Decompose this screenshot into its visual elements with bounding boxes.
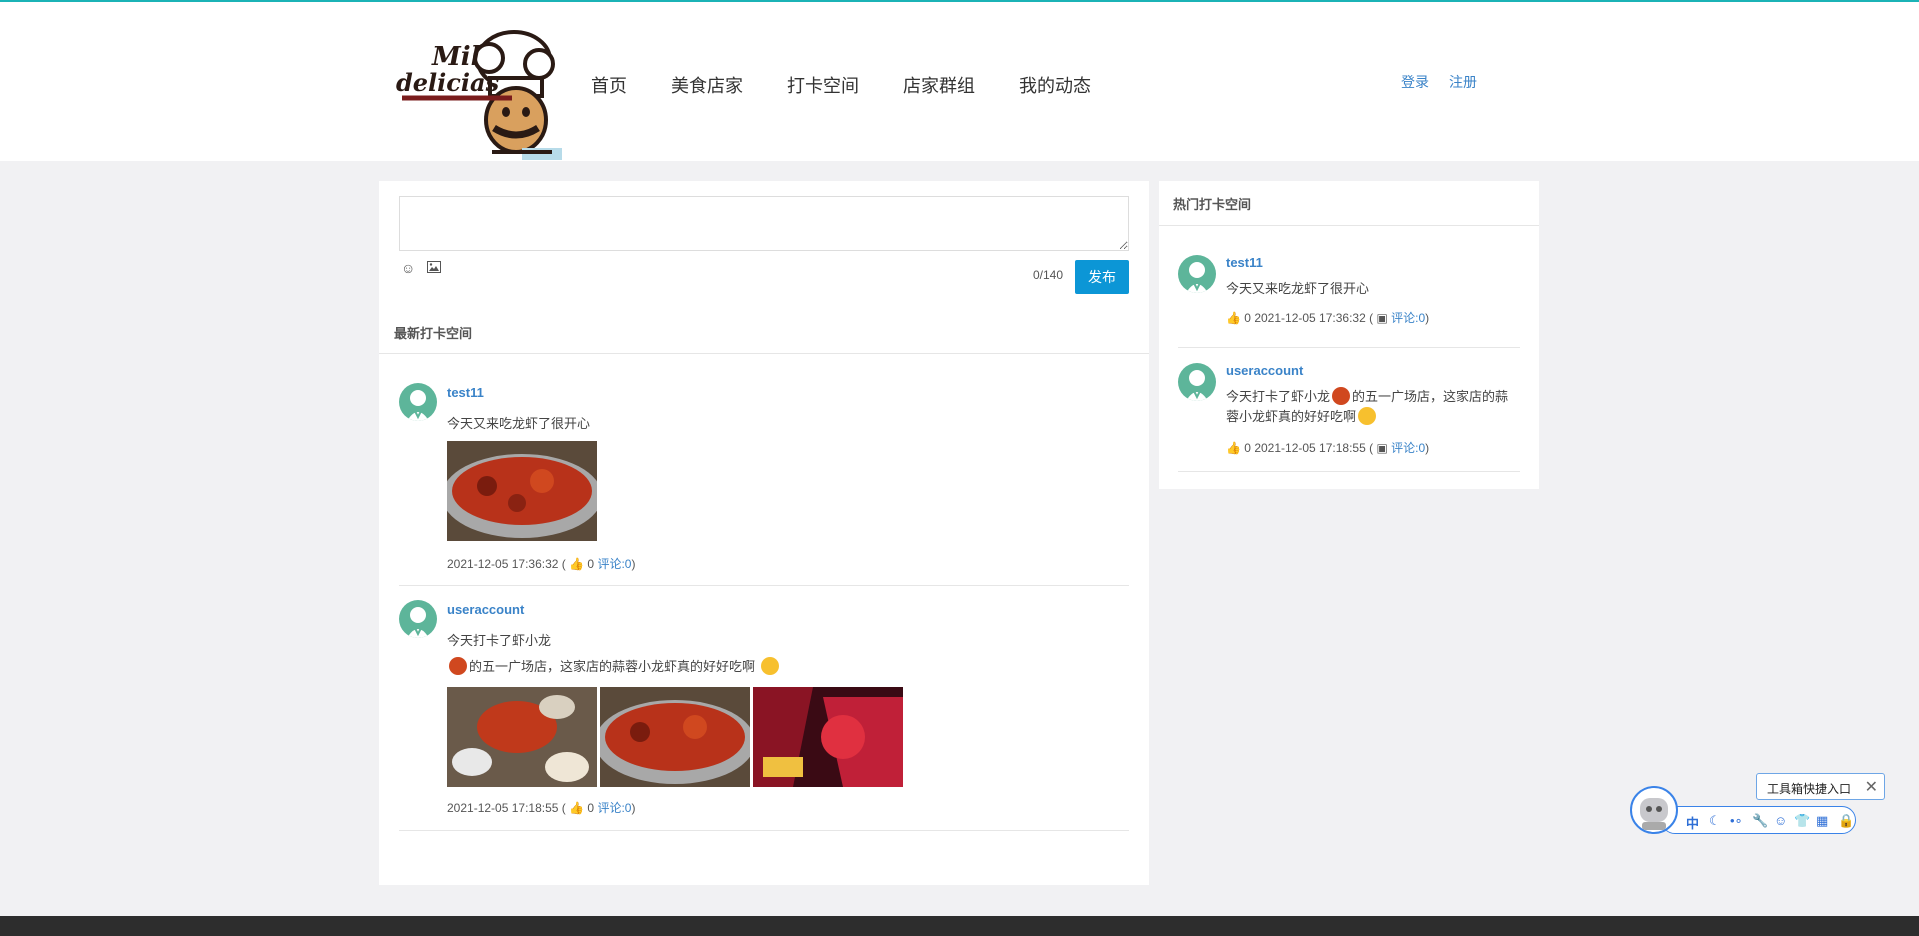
toolbox-tooltip: 工具箱快捷入口 ✕ (1756, 773, 1885, 800)
hot-sidebar: 热门打卡空间 test11 今天又来吃龙虾了很开心 👍 0 2021-12-05… (1159, 181, 1539, 489)
wrench-icon[interactable]: 🔧 (1752, 813, 1768, 829)
like-count: 0 (587, 801, 595, 815)
thumbs-up-icon[interactable]: 👍 (569, 801, 584, 815)
divider (1178, 471, 1520, 472)
post-username[interactable]: useraccount (447, 602, 524, 617)
login-link[interactable]: 登录 (1401, 72, 1429, 92)
like-count: 0 (587, 557, 595, 571)
hot-post-username[interactable]: useraccount (1226, 363, 1303, 378)
post-meta: 2021-12-05 17:36:32 ( 👍 0 评论:0) (447, 557, 636, 571)
nav-item-checkin-space[interactable]: 打卡空间 (787, 72, 859, 98)
post-image-storefront[interactable] (753, 687, 903, 787)
comment-link[interactable]: 评论:0 (597, 801, 631, 815)
divider (1178, 347, 1520, 348)
heart-eyes-emoji-icon (1358, 407, 1377, 425)
post-username[interactable]: test11 (447, 385, 484, 400)
divider (379, 353, 1149, 354)
post-time: 2021-12-05 17:36:32 (1254, 311, 1366, 325)
nav-item-home[interactable]: 首页 (591, 72, 627, 98)
nav-item-my-feed[interactable]: 我的动态 (1019, 72, 1091, 98)
logo-text-bottom: delicias (396, 68, 500, 97)
avatar[interactable] (1178, 255, 1216, 293)
post-meta: 2021-12-05 17:18:55 ( 👍 0 评论:0) (447, 801, 636, 815)
site-header: Mil delicias 首页 美食店家 打卡空间 店家群组 我的动态 登录 注… (0, 2, 1919, 161)
close-icon[interactable]: ✕ (1865, 777, 1878, 797)
thumbs-up-icon[interactable]: 👍 (569, 557, 584, 571)
post-time: 2021-12-05 17:18:55 (1254, 441, 1366, 455)
avatar[interactable] (399, 383, 437, 421)
crawfish-emoji-icon (449, 657, 467, 675)
hot-post-text-a: 今天打卡了虾小龙 (1226, 389, 1331, 404)
comment-link[interactable]: 评论:0 (597, 557, 631, 571)
divider (399, 585, 1129, 586)
char-counter: 0/140 (1033, 268, 1064, 282)
shirt-icon[interactable]: 👕 (1794, 813, 1810, 829)
image-icon[interactable] (427, 260, 442, 276)
post-text-line2: 的五一广场店，这家店的蒜蓉小龙虾真的好好吃啊 (469, 659, 756, 674)
comment-link[interactable]: 评论:0 (1391, 441, 1425, 455)
site-logo[interactable]: Mil delicias (394, 20, 566, 160)
main-feed-panel: ☺ 0/140 发布 最新打卡空间 test11 今天又来吃龙虾了很开心 202… (379, 181, 1149, 885)
hot-post-text-wrapper: 今天打卡了虾小龙 的五一广场店，这家店的蒜蓉小龙虾真的好好吃啊 (1226, 387, 1516, 427)
lock-icon[interactable]: 🔒 (1838, 813, 1854, 829)
assistant-robot-icon[interactable] (1630, 786, 1678, 834)
post-time: 2021-12-05 17:36:32 (447, 557, 559, 571)
thumbs-up-icon[interactable]: 👍 (1226, 441, 1241, 455)
nav-item-food-shops[interactable]: 美食店家 (671, 72, 743, 98)
feed-post: useraccount 今天打卡了虾小龙 的五一广场店，这家店的蒜蓉小龙虾真的好… (399, 600, 1129, 815)
feed-post: test11 今天又来吃龙虾了很开心 2021-12-05 17:36:32 (… (399, 383, 1129, 571)
main-nav: 首页 美食店家 打卡空间 店家群组 我的动态 (591, 72, 1135, 98)
hot-post-text: 今天又来吃龙虾了很开心 (1226, 281, 1370, 296)
like-count: 0 (1244, 441, 1251, 455)
emoji-icon[interactable]: ☺ (401, 260, 415, 276)
post-images (447, 441, 597, 541)
post-text-line2-wrapper: 的五一广场店，这家店的蒜蓉小龙虾真的好好吃啊 (447, 656, 781, 675)
hot-post-meta: 👍 0 2021-12-05 17:18:55 ( ▣ 评论:0) (1226, 441, 1430, 455)
avatar[interactable] (399, 600, 437, 638)
toolbox-tooltip-text: 工具箱快捷入口 (1767, 782, 1852, 796)
hot-post-username[interactable]: test11 (1226, 255, 1263, 270)
post-images (447, 687, 903, 787)
post-image-crawfish[interactable] (447, 441, 597, 541)
post-image-table[interactable] (447, 687, 597, 787)
grid-icon[interactable]: ▦ (1816, 813, 1828, 829)
thumbs-up-icon[interactable]: 👍 (1226, 311, 1241, 325)
register-link[interactable]: 注册 (1449, 72, 1477, 92)
heart-eyes-emoji-icon (760, 657, 779, 675)
toolbox-bar: 中 ☾ •∘ 🔧 ☺ 👕 ▦ 🔒 (1661, 806, 1856, 834)
divider (399, 830, 1129, 831)
crawfish-emoji-icon (1332, 387, 1351, 405)
nav-item-shop-groups[interactable]: 店家群组 (903, 72, 975, 98)
image-icon: ▣ (1376, 311, 1388, 325)
smile-icon[interactable]: ☺ (1774, 813, 1787, 828)
avatar[interactable] (1178, 363, 1216, 401)
auth-links: 登录 注册 (1401, 72, 1477, 92)
latest-section-title: 最新打卡空间 (394, 326, 473, 341)
post-time: 2021-12-05 17:18:55 (447, 801, 559, 815)
site-footer (0, 916, 1919, 936)
divider (1159, 225, 1539, 226)
hot-post-meta: 👍 0 2021-12-05 17:36:32 ( ▣ 评论:0) (1226, 311, 1430, 325)
comment-link[interactable]: 评论:0 (1391, 311, 1425, 325)
hot-section-title: 热门打卡空间 (1173, 197, 1252, 212)
like-count: 0 (1244, 311, 1251, 325)
image-icon: ▣ (1376, 441, 1388, 455)
moon-icon[interactable]: ☾ (1709, 813, 1721, 829)
post-text: 今天又来吃龙虾了很开心 (447, 416, 591, 431)
post-text-line1: 今天打卡了虾小龙 (447, 633, 552, 648)
language-toggle[interactable]: 中 (1686, 813, 1699, 832)
publish-button[interactable]: 发布 (1075, 260, 1129, 294)
post-composer-input[interactable] (399, 196, 1129, 251)
dots-icon[interactable]: •∘ (1730, 813, 1743, 829)
composer-tools: ☺ (401, 260, 442, 276)
post-image-crawfish[interactable] (600, 687, 750, 787)
